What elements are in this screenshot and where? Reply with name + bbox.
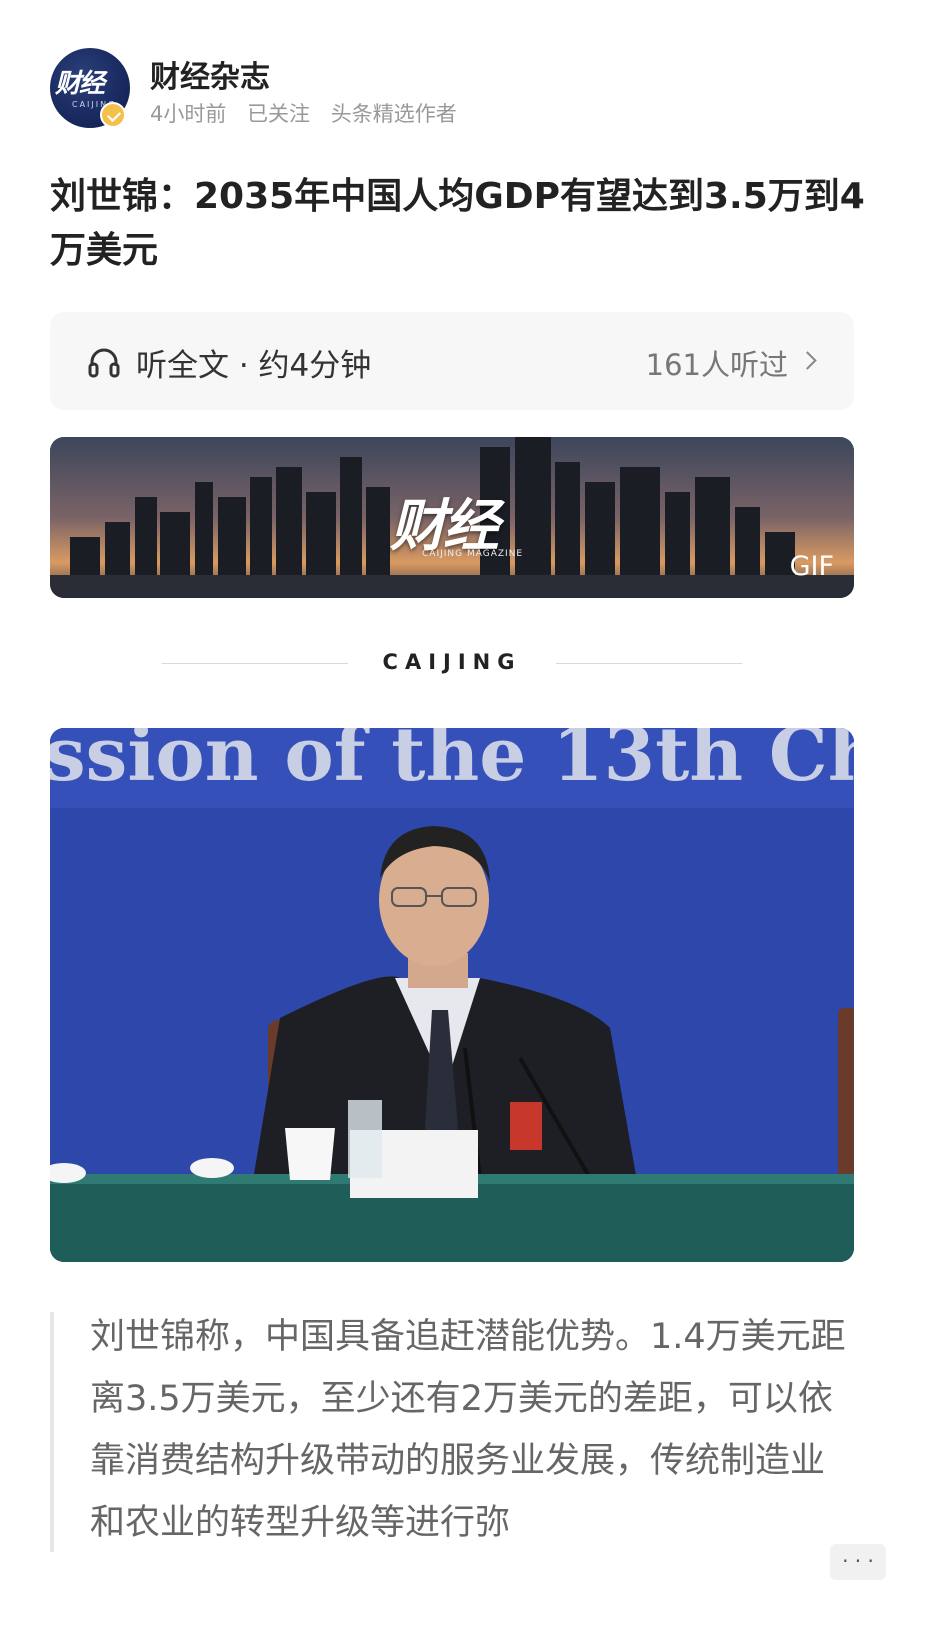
verify-badge-icon: [100, 102, 126, 128]
avatar-logo: 财经: [55, 69, 105, 99]
press-conference-image: ssion of the 13th Ch: [50, 728, 854, 1262]
more-icon[interactable]: · · ·: [830, 1544, 886, 1580]
banner-logo-sub: CAIJING MAGAZINE: [422, 549, 524, 559]
author-name[interactable]: 财经杂志: [150, 52, 270, 96]
banner-gif[interactable]: 财经 CAIJING MAGAZINE GIF: [50, 437, 854, 598]
author-header: 财经 CAIJING 财经杂志 4小时前 已关注 头条精选作者: [50, 48, 886, 128]
quote-bar: [50, 1312, 54, 1552]
article-body-paragraph: 刘世锦称，中国具备追赶潜能优势。1.4万美元距离3.5万美元，至少还有2万美元的…: [90, 1317, 846, 1543]
article-photo[interactable]: ssion of the 13th Ch: [50, 728, 854, 1262]
chevron-right-icon: [798, 351, 817, 370]
article-title: 刘世锦：2035年中国人均GDP有望达到3.5万到4万美元: [50, 176, 865, 271]
backdrop-text: ssion of the 13th Ch: [50, 728, 854, 798]
listen-full-text-bar[interactable]: 听全文 · 约4分钟 161人听过: [50, 312, 854, 410]
headphone-icon: [88, 348, 120, 378]
gif-badge: GIF: [789, 551, 834, 582]
divider-line-right: [556, 663, 742, 664]
author-tag: 头条精选作者: [330, 102, 457, 126]
author-meta: 4小时前 已关注 头条精选作者: [150, 98, 471, 128]
follow-status[interactable]: 已关注: [247, 102, 310, 126]
listen-count: 161人听过: [645, 348, 788, 382]
divider-label: CAIJING: [382, 650, 522, 674]
section-divider: CAIJING: [162, 648, 742, 678]
post-time: 4小时前: [150, 102, 227, 126]
listen-label: 听全文 · 约4分钟: [136, 348, 372, 384]
